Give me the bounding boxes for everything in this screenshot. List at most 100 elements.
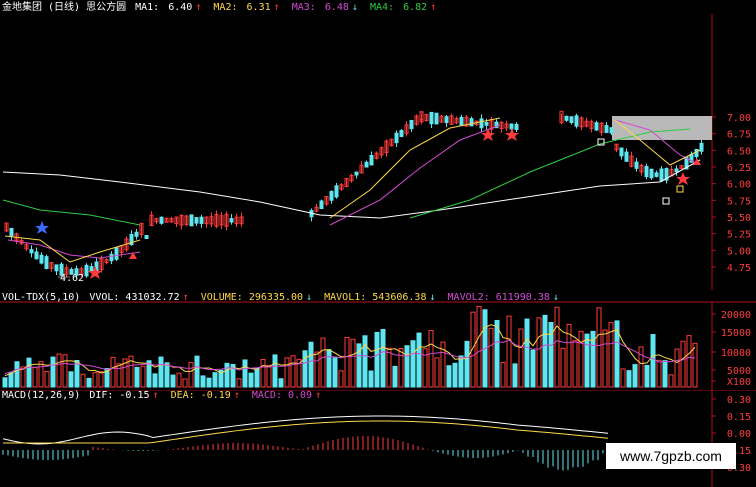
- candle-body: [699, 142, 704, 152]
- volume-bar: [110, 356, 116, 388]
- volume-bar: [560, 347, 566, 388]
- volume-bar: [44, 371, 50, 388]
- candle-body: [329, 190, 334, 201]
- volume-bar: [56, 353, 62, 388]
- volume-bar: [686, 335, 692, 388]
- volume-bar: [116, 363, 122, 388]
- price-panel: 金地集团 (日线) 思公方圆 MA1: 6.40 ↑ MA2: 6.31 ↑ MA3…: [0, 0, 756, 290]
- volume-bar: [68, 371, 74, 388]
- volume-bar: [410, 340, 416, 388]
- volume-bar: [2, 377, 8, 388]
- volume-bar: [182, 378, 188, 388]
- candle-body: [409, 120, 414, 130]
- volume-bar: [242, 359, 248, 388]
- volume-bar: [26, 357, 32, 388]
- volume-bar: [494, 319, 500, 388]
- volume-bar: [692, 342, 698, 388]
- candle-body: [574, 115, 579, 127]
- volume-bar: [602, 329, 608, 388]
- volume-bar: [140, 365, 146, 388]
- candle-body: [144, 234, 149, 240]
- candle-body: [394, 132, 399, 144]
- candle-body: [134, 231, 139, 237]
- candle-body: [594, 122, 599, 131]
- candle-body: [114, 247, 119, 260]
- candle-body: [109, 253, 114, 262]
- candle-body: [399, 130, 404, 137]
- volume-bar: [518, 328, 524, 388]
- candle-body: [459, 116, 464, 126]
- candle-body: [674, 168, 679, 173]
- price-tick-label: 5.50: [727, 213, 751, 224]
- volume-bar: [626, 370, 632, 388]
- candle-body: [634, 161, 639, 169]
- candle-body: [429, 111, 434, 125]
- volume-bar: [530, 349, 536, 388]
- volume-bar: [260, 358, 266, 388]
- candle-body: [159, 216, 164, 224]
- macd-tick-label: 0.00: [727, 429, 751, 440]
- volume-bar: [458, 355, 464, 388]
- volume-bar: [224, 362, 230, 388]
- candle-body: [189, 214, 194, 227]
- volume-bar: [362, 335, 368, 388]
- macd-tick-label: 0.15: [727, 412, 751, 423]
- price-tick-label: 5.75: [727, 196, 751, 207]
- candle-body: [509, 123, 514, 130]
- volume-bar: [680, 340, 686, 388]
- volume-bar: [446, 365, 452, 388]
- candle-body: [29, 249, 34, 254]
- volume-bar: [596, 307, 602, 388]
- volume-bar: [374, 331, 380, 388]
- candle-body: [319, 200, 324, 210]
- volume-bar: [572, 340, 578, 388]
- macd-panel: MACD(12,26,9) DIF: -0.15 ↑ DEA: -0.19 ↑ MA…: [0, 390, 756, 487]
- volume-tick-label: 15000: [721, 328, 751, 339]
- volume-bar: [302, 350, 308, 388]
- ma-line-long-white: [2, 159, 701, 219]
- yellow-square-marker: [676, 185, 684, 193]
- candle-body: [654, 172, 659, 177]
- volume-bar: [662, 360, 668, 388]
- volume-bar: [188, 362, 194, 388]
- volume-tick-label: X100: [727, 377, 751, 388]
- volume-bar: [80, 373, 86, 388]
- volume-bar: [236, 378, 242, 388]
- volume-bar: [398, 348, 404, 388]
- volume-bar: [506, 315, 512, 388]
- volume-bar: [578, 330, 584, 388]
- candle-body: [514, 123, 519, 131]
- red-triangle-marker: [693, 158, 701, 165]
- volume-bar: [272, 354, 278, 388]
- volume-bar: [212, 372, 218, 388]
- volume-bar: [386, 347, 392, 388]
- ma2-line-mid: [329, 117, 501, 219]
- volume-bar: [62, 354, 68, 388]
- candle-body: [434, 112, 439, 125]
- candle-body: [199, 216, 204, 224]
- volume-bar: [308, 341, 314, 388]
- volume-bar: [416, 332, 422, 388]
- volume-bar: [320, 337, 326, 388]
- red-star-marker: [676, 172, 690, 185]
- blue-star-marker: [35, 221, 49, 234]
- price-chart: 7.00 6.75 6.50 6.25 6.00 5.75 5.50 5.25 5.00 4.75…: [2, 14, 751, 290]
- volume-bar: [326, 349, 332, 388]
- volume-bar: [338, 370, 344, 388]
- candle-body: [694, 148, 699, 158]
- candle-body: [469, 118, 474, 127]
- volume-bar: [38, 361, 44, 388]
- volume-bar: [428, 330, 434, 388]
- volume-tick-label: 5000: [727, 366, 751, 377]
- price-tick-label: 5.00: [727, 246, 751, 257]
- candle-body: [364, 161, 369, 168]
- volume-bar: [638, 346, 644, 388]
- candle-body: [369, 154, 374, 166]
- volume-bar: [536, 317, 542, 388]
- volume-bar: [584, 333, 590, 388]
- red-star-marker: [481, 128, 495, 141]
- candle-body: [229, 218, 234, 223]
- volume-bar: [254, 367, 260, 388]
- volume-bar: [332, 357, 338, 388]
- volume-bar: [266, 364, 272, 388]
